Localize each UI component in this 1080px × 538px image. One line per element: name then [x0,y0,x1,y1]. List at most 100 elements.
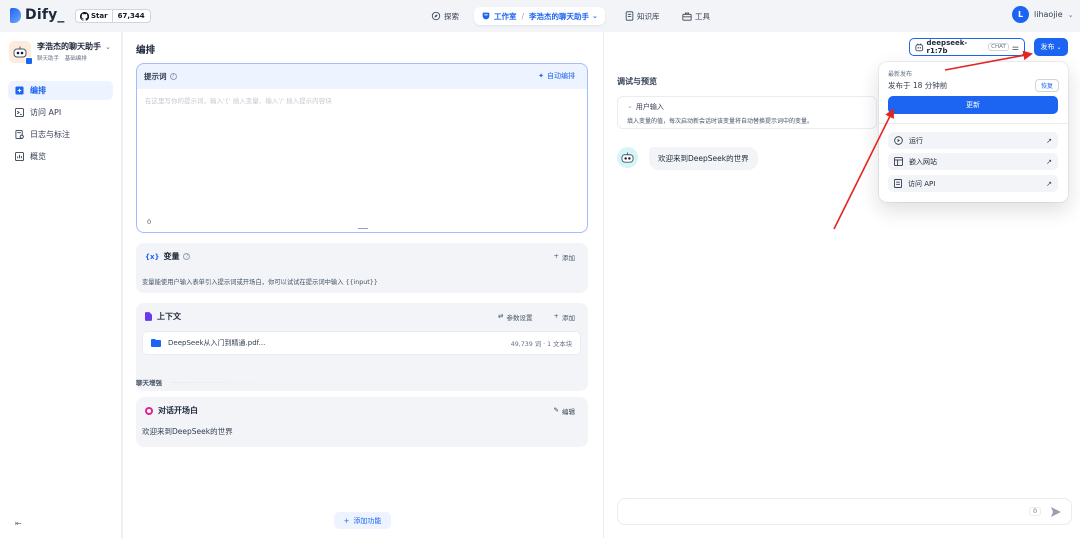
opening-text: 欢迎来到DeepSeek的世界 [142,427,233,436]
sidebar-item-orchestrate[interactable]: 编排 [8,81,113,100]
external-link-icon: ↗ [1046,179,1052,188]
help-icon[interactable]: ? [183,253,191,260]
restore-button[interactable]: 恢复 [1034,79,1059,92]
plus-icon: + [343,516,350,525]
prompt-char-count: 0 [147,218,152,226]
nav-explore[interactable]: 探索 [431,8,459,24]
context-label: 上下文 [157,312,181,321]
plus-icon: + [553,312,559,320]
page-title: 编排 [136,45,156,56]
pencil-icon: ✎ [553,406,559,414]
add-context-button[interactable]: + 添加 [554,312,575,322]
user-input-description: 填入变量的值，每次启动新会话时该变量将自动替换提示词中的变量。 [627,118,814,125]
opening-statement-card: 对话开场白 ✎ 编辑 欢迎来到DeepSeek的世界 [136,397,588,447]
orchestrate-icon [15,86,24,95]
swap-icon: ⇄ [498,312,504,320]
user-input-card: ⌄ 用户输入 填入变量的值，每次启动新会话时该变量将自动替换提示词中的变量。 [617,96,877,129]
api-doc-icon [894,179,902,188]
prompt-textarea[interactable]: 在这里写你的提示词，输入'{' 插入变量、输入'/' 插入提示内容块 [145,95,575,105]
input-char-count: 0 [1029,507,1041,516]
external-link-icon: ↗ [1046,157,1052,166]
chevron-down-icon: ⌄ [627,102,633,110]
run-app-item[interactable]: 运行 ↗ [888,132,1058,149]
divider [879,123,1068,124]
book-icon [625,11,634,21]
nav-tools[interactable]: 工具 [682,8,710,24]
nav-knowledge[interactable]: 知识库 [625,8,660,24]
play-circle-icon [894,136,903,145]
auto-arrange-button[interactable]: ✦ 自动编排 [538,71,575,81]
user-menu[interactable]: L lihaojie ⌄ [1012,6,1074,23]
sidebar-item-logs[interactable]: 日志与标注 [8,125,113,144]
collapse-sidebar-icon[interactable]: ⇤ [15,519,22,528]
folder-icon [151,339,161,347]
app-sidebar: 李浩杰的聊天助手 ⌄ 聊天助手 基础编排 编排 访问 API 日志与标注 概览 … [0,32,122,538]
document-meta: 49,739 词 · 1 文本块 [510,340,572,348]
app-info-card[interactable]: 李浩杰的聊天助手 ⌄ 聊天助手 基础编排 [9,41,111,65]
robot-icon [621,151,634,163]
resize-handle[interactable] [358,228,368,229]
model-icon [915,43,924,52]
chart-icon [15,152,24,161]
embed-website-item[interactable]: 嵌入网站 ↗ [888,153,1058,170]
settings-sliders-icon: ⚌ [1011,42,1019,52]
log-icon [15,130,24,139]
orchestrate-panel: 编排 提示词 ? ✦ 自动编排 在这里写你的提示词，输入'{' 插入变量、输入'… [123,32,603,538]
dify-logo-mark [10,7,21,23]
chevron-down-icon: ⌄ [105,42,111,51]
sidebar-item-overview[interactable]: 概览 [8,147,113,166]
preview-title: 调试与预览 [617,77,657,86]
sparkle-icon: ✦ [538,72,544,80]
chat-bubble-icon [145,406,153,415]
app-name: 李浩杰的聊天助手 [37,42,101,51]
publish-dropdown: 最新发布 发布于 18 分钟前 恢复 更新 运行 ↗ 嵌入网站 ↗ 访问 API… [879,62,1068,202]
model-selector[interactable]: deepseek-r1:7b CHAT ⚌ [909,38,1025,56]
app-type: 聊天助手 [37,56,60,62]
app-avatar [9,41,33,65]
dify-logo-text: Dify_ [25,7,65,23]
github-icon [80,11,89,21]
model-badge: CHAT [988,43,1009,51]
update-button[interactable]: 更新 [888,96,1058,114]
chevron-down-icon: ⌄ [1056,43,1062,51]
user-input-toggle[interactable]: ⌄ 用户输入 [627,102,664,112]
dify-logo[interactable]: Dify_ [10,7,65,23]
access-api-item[interactable]: 访问 API ↗ [888,175,1058,192]
send-icon[interactable] [1050,506,1062,518]
published-time: 发布于 18 分钟前 [888,81,948,90]
user-name: lihaojie [1034,10,1063,19]
publish-button[interactable]: 发布 ⌄ [1034,38,1068,56]
sidebar-item-api[interactable]: 访问 API [8,103,113,122]
browser-icon [894,157,903,166]
add-variable-button[interactable]: + 添加 [554,252,575,262]
help-icon[interactable]: ? [169,73,177,80]
context-document-item[interactable]: DeepSeek从入门到精通.pdf... 49,739 词 · 1 文本块 [142,331,581,355]
chevron-down-icon: ⌄ [1067,10,1074,19]
edit-opening-button[interactable]: ✎ 编辑 [554,406,575,416]
welcome-message: 欢迎来到DeepSeek的世界 [649,147,758,170]
divider [170,381,300,383]
external-link-icon: ↗ [1046,136,1052,145]
param-settings-button[interactable]: ⇄ 参数设置 [498,312,532,322]
prompt-label: 提示词 [144,72,167,81]
model-name: deepseek-r1:7b [926,39,968,55]
variables-card: {x} 变量 ? + 添加 变量能使用户输入表单引入提示词或开场白，你可以试试在… [136,243,588,293]
chat-input[interactable]: 0 [617,498,1072,525]
variables-label: 变量 [163,252,180,261]
chevron-down-icon: ⌄ [592,12,598,20]
toolbox-icon [682,12,692,21]
user-avatar: L [1012,6,1029,23]
github-star-button[interactable]: Star 67,344 [75,9,151,23]
star-label: Star [91,12,108,20]
nav-app-selector[interactable]: 李浩杰的聊天助手 [529,11,589,22]
chat-enhance-label: 聊天增强 [136,379,162,387]
plus-icon: + [553,252,559,260]
star-count: 67,344 [117,12,145,20]
nav-studio[interactable]: 工作室 / 李浩杰的聊天助手 ⌄ [474,7,605,25]
latest-publish-label: 最新发布 [888,71,913,78]
variables-description: 变量能使用户输入表单引入提示词或开场白，你可以试试在提示词中输入 {{input… [142,279,378,286]
chat-badge-icon [25,57,33,65]
opening-label: 对话开场白 [158,406,198,415]
add-feature-button[interactable]: + 添加功能 [334,512,391,529]
document-icon [145,312,152,321]
